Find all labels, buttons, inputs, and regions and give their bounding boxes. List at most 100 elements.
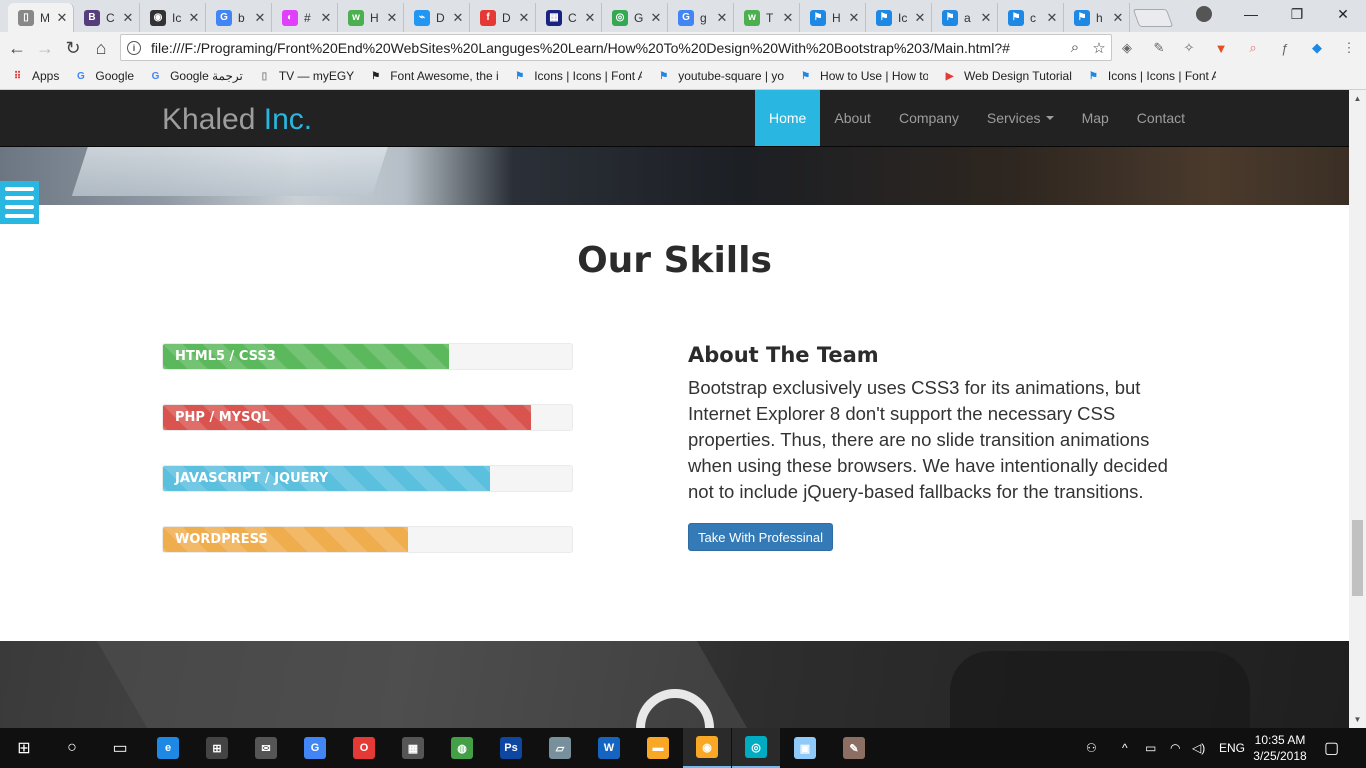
browser-tab[interactable]: ⚑ H ✕ xyxy=(800,3,866,32)
browser-tab[interactable]: Gb ✕ xyxy=(206,3,272,32)
close-tab-icon[interactable]: ✕ xyxy=(781,10,795,26)
clock[interactable]: 10:35 AM 3/25/2018 xyxy=(1248,732,1312,764)
menu-icon[interactable]: ⋮ xyxy=(1340,39,1358,57)
browser-tab[interactable]: ⚑ Ic ✕ xyxy=(866,3,932,32)
language-indicator[interactable]: ENG xyxy=(1219,728,1245,768)
search-icon[interactable]: ⌕ xyxy=(1063,39,1087,56)
browser-tab[interactable]: w H ✕ xyxy=(338,3,404,32)
bookmark-item[interactable]: ⚑ Font Awesome, the i xyxy=(368,69,498,84)
eyedropper-icon[interactable]: ✎ xyxy=(1150,39,1168,57)
globe-icon[interactable]: ◍ xyxy=(438,728,486,768)
people-icon[interactable]: ⚇ xyxy=(1086,728,1097,768)
app-orange-icon[interactable]: ◉ xyxy=(683,728,731,768)
bookmark-item[interactable]: ▯ TV — myEGY xyxy=(257,69,355,84)
notification-icon[interactable]: ▢ xyxy=(1324,728,1339,768)
close-tab-icon[interactable]: ✕ xyxy=(649,10,663,26)
site-brand[interactable]: Khaled Inc. xyxy=(162,103,312,137)
sidebar-toggle-button[interactable] xyxy=(0,181,39,224)
nav-item-contact[interactable]: Contact xyxy=(1123,90,1199,146)
close-tab-icon[interactable]: ✕ xyxy=(1111,10,1125,26)
close-tab-icon[interactable]: ✕ xyxy=(583,10,597,26)
browser-tab[interactable]: B C ✕ xyxy=(74,3,140,32)
new-tab-button[interactable] xyxy=(1132,9,1174,27)
bookmark-star-icon[interactable]: ☆ xyxy=(1087,39,1111,57)
maximize-icon[interactable]: ❐ xyxy=(1274,0,1320,28)
take-with-professional-button[interactable]: Take With Professinal xyxy=(688,523,833,551)
close-tab-icon[interactable]: ✕ xyxy=(121,10,135,26)
paint-icon[interactable]: ✎ xyxy=(830,728,878,768)
close-tab-icon[interactable]: ✕ xyxy=(319,10,333,26)
profile-icon[interactable] xyxy=(1196,6,1212,22)
nav-item-map[interactable]: Map xyxy=(1068,90,1123,146)
home-icon[interactable]: ⌂ xyxy=(90,37,112,59)
chrome-icon[interactable]: G xyxy=(291,728,339,768)
media-player-icon[interactable]: ◎ xyxy=(732,728,780,768)
scroll-down-icon[interactable]: ▼ xyxy=(1349,711,1366,728)
bookmark-item[interactable]: ⚑ Icons | Icons | Font A xyxy=(512,69,642,84)
task-view-icon[interactable]: ▭ xyxy=(96,728,144,768)
wifi-icon[interactable]: ◠ xyxy=(1170,728,1180,768)
function-icon[interactable]: ƒ xyxy=(1276,39,1294,57)
forward-icon[interactable]: → xyxy=(34,37,56,59)
bookmark-item[interactable]: G Google xyxy=(73,69,134,84)
bookmark-item[interactable]: ⚑ How to Use | How to xyxy=(798,69,928,84)
minimize-icon[interactable]: — xyxy=(1228,0,1274,28)
browser-tab[interactable]: ▯ M ✕ xyxy=(8,3,74,32)
nav-item-services[interactable]: Services xyxy=(973,90,1068,146)
browser-tab[interactable]: Gg ✕ xyxy=(668,3,734,32)
close-window-icon[interactable]: ✕ xyxy=(1320,0,1366,28)
windows-start-icon[interactable]: ⊞ xyxy=(0,728,48,768)
close-tab-icon[interactable]: ✕ xyxy=(847,10,861,26)
back-icon[interactable]: ← xyxy=(6,37,28,59)
photoshop-icon[interactable]: Ps xyxy=(487,728,535,768)
close-tab-icon[interactable]: ✕ xyxy=(55,10,69,26)
notes-icon[interactable]: ▱ xyxy=(536,728,584,768)
bookmark-item[interactable]: ⠿ Apps xyxy=(10,69,60,84)
close-tab-icon[interactable]: ✕ xyxy=(187,10,201,26)
close-tab-icon[interactable]: ✕ xyxy=(451,10,465,26)
close-tab-icon[interactable]: ✕ xyxy=(385,10,399,26)
search-icon[interactable]: ○ xyxy=(48,728,96,768)
bookmark-item[interactable]: G Google ترجمة xyxy=(148,69,243,84)
browser-tab[interactable]: f D ✕ xyxy=(470,3,536,32)
extension-icon[interactable]: ✧ xyxy=(1180,39,1198,57)
volume-icon[interactable]: ◁) xyxy=(1192,728,1205,768)
reload-icon[interactable]: ↻ xyxy=(62,37,84,59)
browser-tab[interactable]: ⚑ c ✕ xyxy=(998,3,1064,32)
bookmark-item[interactable]: ⚑ youtube-square | yo xyxy=(656,69,784,84)
calculator-icon[interactable]: ▦ xyxy=(389,728,437,768)
edge-icon[interactable]: e xyxy=(144,728,192,768)
browser-tab[interactable]: ⌁ D ✕ xyxy=(404,3,470,32)
nav-item-about[interactable]: About xyxy=(820,90,885,146)
info-icon[interactable]: i xyxy=(127,40,141,55)
window-app-icon[interactable]: ▣ xyxy=(781,728,829,768)
scroll-up-icon[interactable]: ▲ xyxy=(1349,90,1366,107)
url-text[interactable]: file:///F:/Programing/Front%20End%20WebS… xyxy=(151,40,1063,56)
scroll-thumb[interactable] xyxy=(1352,520,1363,596)
store-icon[interactable]: ⊞ xyxy=(193,728,241,768)
browser-tab[interactable]: ⚑ a ✕ xyxy=(932,3,998,32)
bookmark-item[interactable]: ⚑ Icons | Icons | Font A xyxy=(1086,69,1216,84)
browser-tab[interactable]: ⚑ h ✕ xyxy=(1064,3,1130,32)
browser-tab[interactable]: ◐ # ✕ xyxy=(272,3,338,32)
close-tab-icon[interactable]: ✕ xyxy=(1045,10,1059,26)
tray-chevron-icon[interactable]: ^ xyxy=(1122,728,1128,768)
address-bar[interactable]: i file:///F:/Programing/Front%20End%20We… xyxy=(120,34,1112,61)
nav-item-company[interactable]: Company xyxy=(885,90,973,146)
extension-icon[interactable]: ◆ xyxy=(1308,39,1326,57)
bookmark-item[interactable]: ▶ Web Design Tutorial xyxy=(942,69,1072,84)
mail-icon[interactable]: ✉ xyxy=(242,728,290,768)
nav-item-home[interactable]: Home xyxy=(755,90,821,146)
opera-icon[interactable]: O xyxy=(340,728,388,768)
close-tab-icon[interactable]: ✕ xyxy=(715,10,729,26)
close-tab-icon[interactable]: ✕ xyxy=(913,10,927,26)
folder-icon[interactable]: ▬ xyxy=(634,728,682,768)
browser-tab[interactable]: ◉ Ic ✕ xyxy=(140,3,206,32)
extension-icon[interactable]: ◈ xyxy=(1118,39,1136,57)
close-tab-icon[interactable]: ✕ xyxy=(253,10,267,26)
browser-tab[interactable]: w T ✕ xyxy=(734,3,800,32)
battery-icon[interactable]: ▭ xyxy=(1145,728,1156,768)
close-tab-icon[interactable]: ✕ xyxy=(517,10,531,26)
inspect-icon[interactable]: ⌕ xyxy=(1244,39,1262,57)
word-icon[interactable]: W xyxy=(585,728,633,768)
